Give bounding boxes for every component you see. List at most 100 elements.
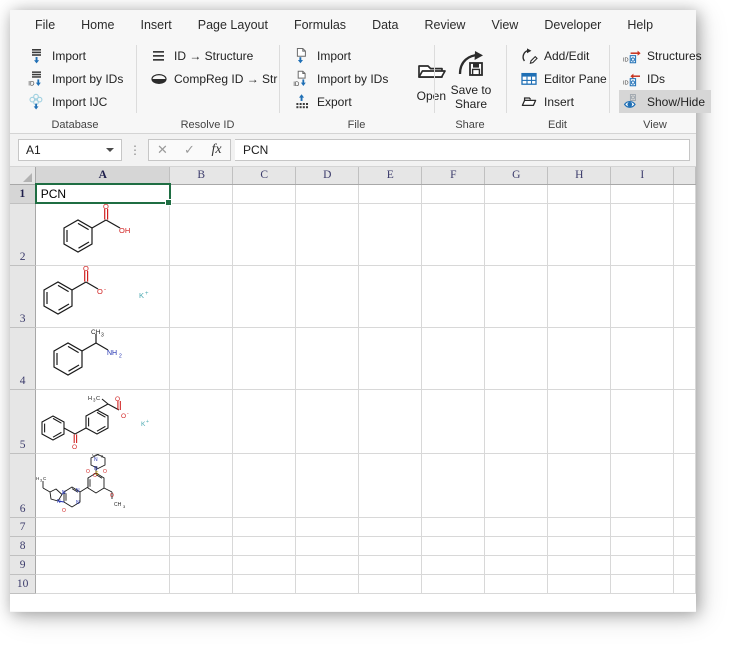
cell-j9[interactable] xyxy=(674,555,696,574)
cell-i4[interactable] xyxy=(611,327,674,389)
column-header-c[interactable]: C xyxy=(233,167,296,184)
cell-h7[interactable] xyxy=(548,517,611,536)
cell-f9[interactable] xyxy=(422,555,485,574)
column-header-e[interactable]: E xyxy=(359,167,422,184)
cell-d5[interactable] xyxy=(296,389,359,453)
column-header-f[interactable]: F xyxy=(422,167,485,184)
cell-j10[interactable] xyxy=(674,574,696,593)
cell-c8[interactable] xyxy=(233,536,296,555)
cell-j5[interactable] xyxy=(674,389,696,453)
cell-g8[interactable] xyxy=(485,536,548,555)
cell-f7[interactable] xyxy=(422,517,485,536)
view-ids-button[interactable]: ID IDs xyxy=(619,67,711,90)
id-to-structure-button[interactable]: ID → Structure xyxy=(146,44,283,67)
import-by-ids-button[interactable]: ID Import by IDs xyxy=(24,67,129,90)
cell-c1[interactable] xyxy=(233,184,296,203)
cell-e7[interactable] xyxy=(359,517,422,536)
cell-a5[interactable]: O O O - H 3 C K + xyxy=(36,389,170,453)
cell-c5[interactable] xyxy=(233,389,296,453)
cell-i8[interactable] xyxy=(611,536,674,555)
cell-h3[interactable] xyxy=(548,265,611,327)
tab-review[interactable]: Review xyxy=(413,14,476,36)
cell-f6[interactable] xyxy=(422,453,485,517)
confirm-formula-button[interactable]: ✓ xyxy=(176,140,203,160)
cell-e1[interactable] xyxy=(359,184,422,203)
tab-view[interactable]: View xyxy=(480,14,529,36)
cell-d4[interactable] xyxy=(296,327,359,389)
cell-h4[interactable] xyxy=(548,327,611,389)
editor-pane-button[interactable]: Editor Pane xyxy=(516,67,613,90)
cell-a7[interactable] xyxy=(36,517,170,536)
cell-a10[interactable] xyxy=(36,574,170,593)
tab-home[interactable]: Home xyxy=(70,14,125,36)
cell-g1[interactable] xyxy=(485,184,548,203)
cell-c3[interactable] xyxy=(233,265,296,327)
cell-f4[interactable] xyxy=(422,327,485,389)
column-header-h[interactable]: H xyxy=(548,167,611,184)
cell-h1[interactable] xyxy=(548,184,611,203)
cell-a4[interactable]: CH 3 NH 2 xyxy=(36,327,170,389)
cell-a6[interactable]: N N N N O O O O S O CH 3 xyxy=(36,453,170,517)
cell-j4[interactable] xyxy=(674,327,696,389)
cell-f8[interactable] xyxy=(422,536,485,555)
cell-h5[interactable] xyxy=(548,389,611,453)
tab-insert[interactable]: Insert xyxy=(130,14,183,36)
cell-f3[interactable] xyxy=(422,265,485,327)
cell-g6[interactable] xyxy=(485,453,548,517)
file-export-button[interactable]: Export xyxy=(289,90,394,113)
cell-d1[interactable] xyxy=(296,184,359,203)
cell-f1[interactable] xyxy=(422,184,485,203)
row-header-10[interactable]: 10 xyxy=(10,574,36,593)
file-import-button[interactable]: Import xyxy=(289,44,394,67)
cell-c10[interactable] xyxy=(233,574,296,593)
tab-file[interactable]: File xyxy=(24,14,66,36)
cell-g2[interactable] xyxy=(485,203,548,265)
column-header-g[interactable]: G xyxy=(485,167,548,184)
cell-g5[interactable] xyxy=(485,389,548,453)
row-header-6[interactable]: 6 xyxy=(10,453,36,517)
row-header-8[interactable]: 8 xyxy=(10,536,36,555)
cell-c9[interactable] xyxy=(233,555,296,574)
cell-b1[interactable] xyxy=(170,184,233,203)
cell-c2[interactable] xyxy=(233,203,296,265)
cell-i9[interactable] xyxy=(611,555,674,574)
cell-e9[interactable] xyxy=(359,555,422,574)
tab-formulas[interactable]: Formulas xyxy=(283,14,357,36)
cell-i7[interactable] xyxy=(611,517,674,536)
cell-e5[interactable] xyxy=(359,389,422,453)
file-import-by-ids-button[interactable]: ID Import by IDs xyxy=(289,67,394,90)
cell-d9[interactable] xyxy=(296,555,359,574)
formula-input[interactable]: PCN xyxy=(235,139,690,161)
row-header-9[interactable]: 9 xyxy=(10,555,36,574)
show-hide-button[interactable]: Show/Hide xyxy=(619,90,711,113)
cell-b7[interactable] xyxy=(170,517,233,536)
column-header-i[interactable]: I xyxy=(611,167,674,184)
cell-d10[interactable] xyxy=(296,574,359,593)
import-ijc-button[interactable]: Import IJC xyxy=(24,90,129,113)
cell-d6[interactable] xyxy=(296,453,359,517)
cell-f2[interactable] xyxy=(422,203,485,265)
tab-data[interactable]: Data xyxy=(361,14,409,36)
cell-a3[interactable]: O O - K + xyxy=(36,265,170,327)
cell-j1[interactable] xyxy=(674,184,696,203)
row-header-4[interactable]: 4 xyxy=(10,327,36,389)
cell-i10[interactable] xyxy=(611,574,674,593)
select-all-corner[interactable] xyxy=(10,167,36,184)
cell-g4[interactable] xyxy=(485,327,548,389)
cell-j7[interactable] xyxy=(674,517,696,536)
cell-h2[interactable] xyxy=(548,203,611,265)
row-header-1[interactable]: 1 xyxy=(10,184,36,203)
cell-j3[interactable] xyxy=(674,265,696,327)
cell-e8[interactable] xyxy=(359,536,422,555)
cell-e3[interactable] xyxy=(359,265,422,327)
column-header-partial[interactable] xyxy=(674,167,696,184)
cell-b8[interactable] xyxy=(170,536,233,555)
cell-b4[interactable] xyxy=(170,327,233,389)
cell-a2[interactable]: O OH xyxy=(36,203,170,265)
cell-f5[interactable] xyxy=(422,389,485,453)
insert-function-icon[interactable]: fx xyxy=(203,140,230,160)
cell-e10[interactable] xyxy=(359,574,422,593)
compreg-id-button[interactable]: CompReg ID → Str xyxy=(146,67,283,90)
cell-i3[interactable] xyxy=(611,265,674,327)
chevron-down-icon[interactable] xyxy=(106,148,114,152)
